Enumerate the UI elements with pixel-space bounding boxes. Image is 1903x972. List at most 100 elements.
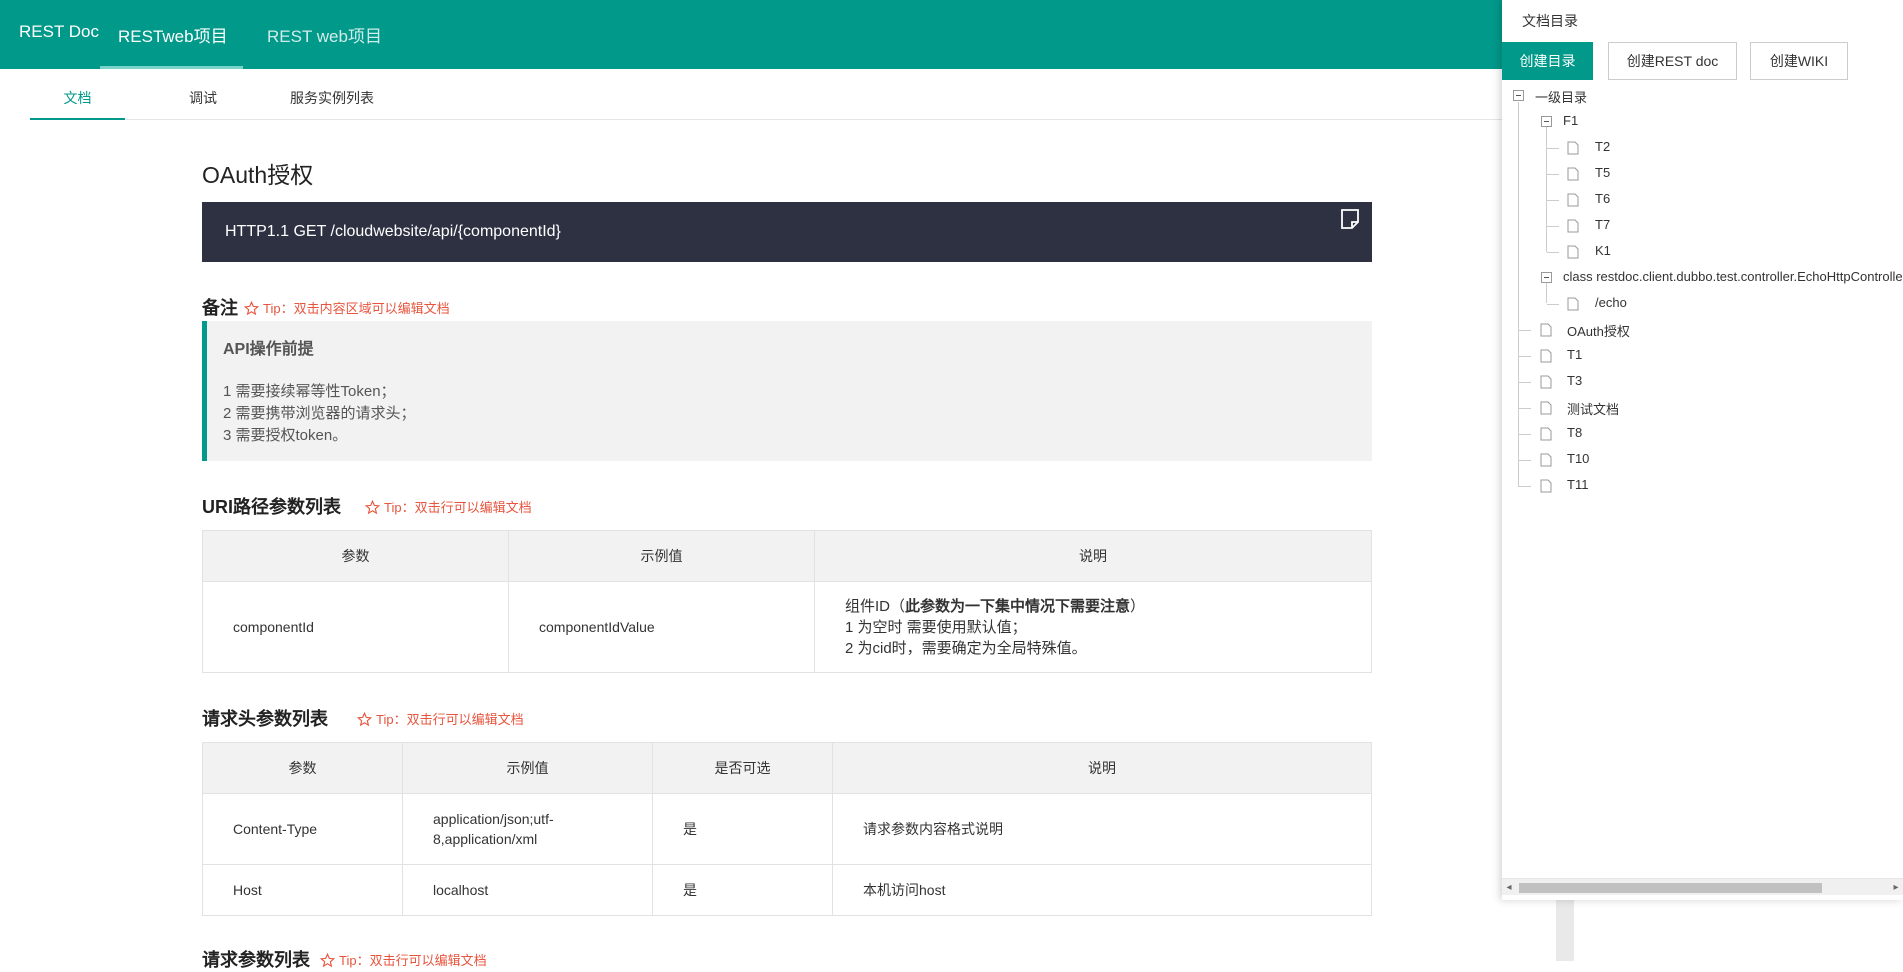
tab-service-instances[interactable]: 服务实例列表 [262,69,402,120]
tree-line [1546,127,1547,252]
optional-cell: 是 [652,864,833,916]
file-icon [1540,453,1552,467]
desc-line: 1 为空时 需要使用默认值； [845,618,1027,636]
star-icon [356,711,373,727]
tree-node-t5[interactable]: T5 [1595,165,1610,180]
table-row[interactable]: Content-Type application/json;utf-8,appl… [202,793,1372,865]
column-header: 示例值 [508,530,815,582]
tree-line [1547,252,1559,253]
file-icon [1540,375,1552,389]
header-params-table: 参数 示例值 是否可选 说明 Content-Type application/… [202,742,1372,916]
file-icon [1567,219,1579,233]
brand-label: REST Doc [19,22,99,41]
collapse-icon[interactable] [1541,116,1552,127]
file-icon [1567,245,1579,259]
create-wiki-button[interactable]: 创建WIKI [1750,42,1848,80]
column-header: 说明 [814,530,1372,582]
scrollbar-thumb[interactable] [1519,883,1822,893]
notes-box[interactable]: API操作前提 1 需要接续幂等性Token； 2 需要携带浏览器的请求头； 3… [202,321,1372,461]
scroll-strip [1556,895,1574,961]
doc-catalog-panel: 文档目录 创建目录 创建REST doc 创建WIKI 一级目录 F1 T2 T… [1502,0,1903,900]
tree-line [1547,226,1559,227]
nav-rest-web-project[interactable]: REST web项目 [267,0,382,69]
tree-node-test-doc[interactable]: 测试文档 [1567,399,1619,418]
desc-line: 2 为cid时，需要确定为全局特殊值。 [845,639,1087,657]
notes-title: 备注 [202,298,238,318]
tree-node-class[interactable]: class restdoc.client.dubbo.test.controll… [1563,269,1903,284]
notes-line: 1 需要接续幂等性Token； [223,383,396,400]
tree-node-root[interactable]: 一级目录 [1535,87,1587,106]
file-icon [1540,427,1552,441]
tree-line [1518,102,1519,487]
tree-line [1519,486,1531,487]
column-header: 参数 [202,530,509,582]
desc-prefix: 组件ID（ [845,597,906,615]
tree-line [1519,356,1531,357]
tree-node-f1[interactable]: F1 [1563,113,1578,128]
page-title: OAuth授权 [202,162,314,188]
desc-cell: 本机访问host [832,864,1372,916]
notes-heading: API操作前提 [223,341,314,358]
endpoint-text: HTTP1.1 GET /cloudwebsite/api/{component… [225,223,561,240]
desc-bold: 此参数为一下集中情况下需要注意 [905,597,1131,615]
table-row[interactable]: componentId componentIdValue 组件ID（此参数为一下… [202,581,1372,673]
tree-node-t7[interactable]: T7 [1595,217,1610,232]
tree-node-t11[interactable]: T11 [1567,477,1588,492]
request-params-tip: Tip：双击行可以编辑文档 [319,950,487,969]
example-cell: application/json;utf-8,application/xml [402,793,653,865]
column-header: 示例值 [402,742,653,794]
notes-tip-text: Tip：双击内容区域可以编辑文档 [263,301,450,316]
tree-line [1519,330,1531,331]
tree-line [1547,200,1559,201]
file-icon [1567,297,1579,311]
file-icon [1567,141,1579,155]
create-rest-doc-button[interactable]: 创建REST doc [1608,42,1737,80]
create-catalog-button[interactable]: 创建目录 [1502,42,1593,80]
uri-params-tip: Tip：双击行可以编辑文档 [364,497,532,516]
tree-node-t8[interactable]: T8 [1567,425,1582,440]
example-cell: componentIdValue [508,581,815,673]
uri-params-title: URI路径参数列表 [202,497,341,517]
star-icon [243,300,260,316]
tree-line [1519,434,1531,435]
scroll-right-icon[interactable]: ▸ [1889,879,1903,896]
tree-node-oauth[interactable]: OAuth授权 [1567,321,1630,340]
desc-cell: 请求参数内容格式说明 [832,793,1372,865]
doc-tabs: 文档 调试 服务实例列表 [30,69,1590,120]
tree-node-t2[interactable]: T2 [1595,139,1610,154]
file-icon [1540,479,1552,493]
table-row[interactable]: Host localhost 是 本机访问host [202,864,1372,916]
tree-line [1546,283,1547,303]
notes-line: 3 需要授权token。 [223,427,348,444]
desc-cell: 组件ID（此参数为一下集中情况下需要注意） 1 为空时 需要使用默认值； 2 为… [814,581,1372,673]
file-icon [1567,167,1579,181]
tab-debug[interactable]: 调试 [158,69,248,120]
tree-line [1519,408,1531,409]
tree-node-t1[interactable]: T1 [1567,347,1582,362]
tree-node-t3[interactable]: T3 [1567,373,1582,388]
note-icon[interactable] [1340,208,1360,230]
endpoint-bar: HTTP1.1 GET /cloudwebsite/api/{component… [202,202,1372,262]
notes-line: 2 需要携带浏览器的请求头； [223,405,416,422]
file-icon [1540,323,1552,337]
scroll-left-icon[interactable]: ◂ [1502,879,1516,896]
tab-doc[interactable]: 文档 [30,69,125,120]
collapse-icon[interactable] [1541,272,1552,283]
tree-node-t6[interactable]: T6 [1595,191,1610,206]
file-icon [1567,193,1579,207]
tree-node-k1[interactable]: K1 [1595,243,1611,258]
nav-restweb-project[interactable]: RESTweb项目 [100,0,243,69]
panel-horizontal-scrollbar[interactable]: ◂ ▸ [1502,878,1903,895]
tree-node-echo[interactable]: /echo [1595,295,1627,310]
column-header: 是否可选 [652,742,833,794]
tree-line [1547,174,1559,175]
collapse-icon[interactable] [1513,90,1524,101]
param-cell: Host [202,864,403,916]
tree-line [1519,382,1531,383]
tree-node-t10[interactable]: T10 [1567,451,1589,466]
header-params-tip-text: Tip：双击行可以编辑文档 [376,712,524,727]
param-cell: Content-Type [202,793,403,865]
notes-tip: Tip：双击内容区域可以编辑文档 [243,298,450,317]
tree-line [1547,148,1559,149]
uri-params-table: 参数 示例值 说明 componentId componentIdValue 组… [202,530,1372,673]
